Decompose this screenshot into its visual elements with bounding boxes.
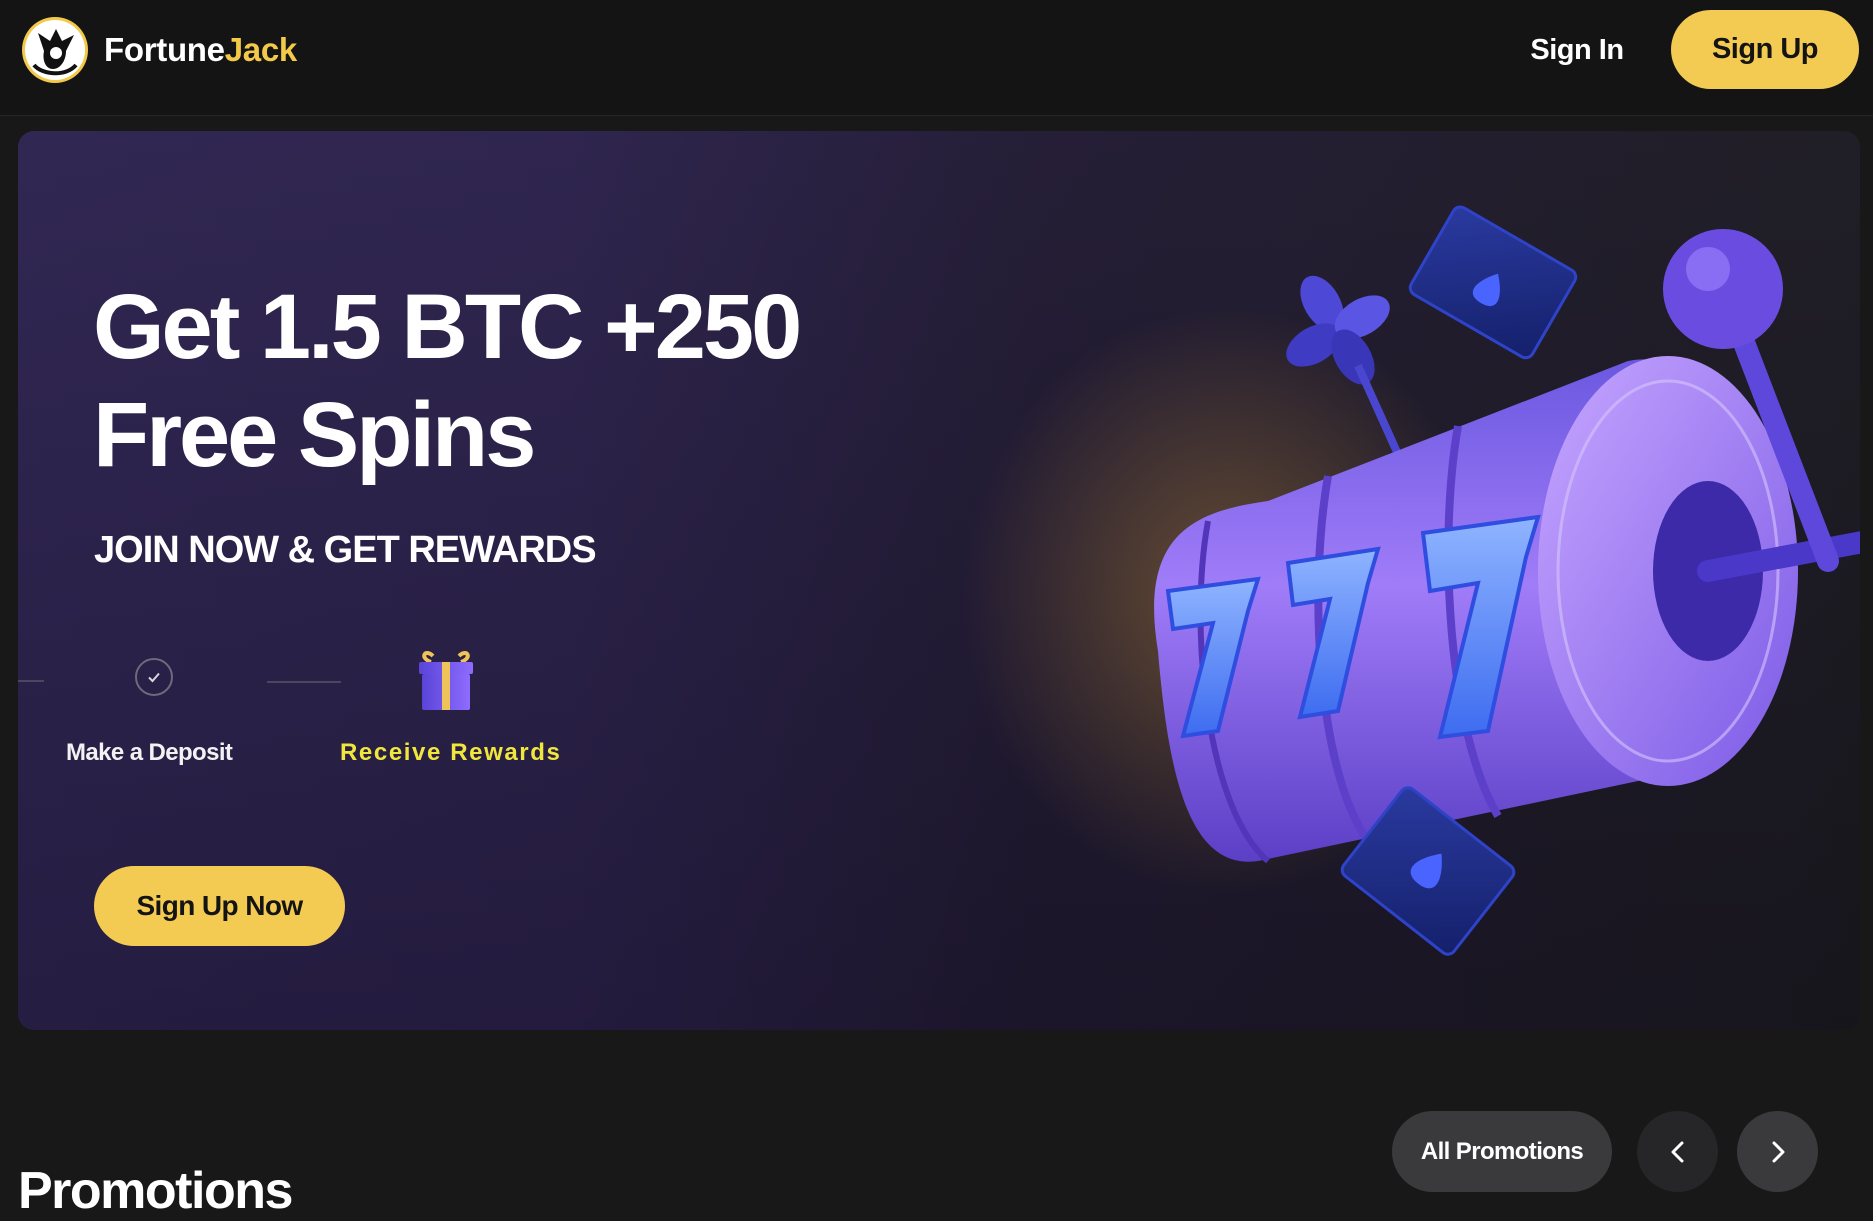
- chevron-right-icon: [1772, 1141, 1784, 1162]
- chevron-left-icon: [1671, 1141, 1683, 1162]
- hero-title-line-2: Free Spins: [93, 384, 536, 486]
- logo-wordmark: FortuneJack: [104, 31, 297, 69]
- hero-title: Get 1.5 BTC +250 Free Spins: [93, 273, 913, 489]
- jester-logo-icon: [22, 17, 88, 83]
- promotions-prev-button[interactable]: [1637, 1111, 1718, 1192]
- fortunejack-logo[interactable]: FortuneJack: [20, 14, 297, 86]
- logo-text-fortune: Fortune: [104, 31, 225, 68]
- sign-up-now-button[interactable]: Sign Up Now: [94, 866, 345, 946]
- hero-title-line-1: Get 1.5 BTC +250: [93, 276, 802, 378]
- step-label-deposit: Make a Deposit: [66, 739, 233, 766]
- promotions-next-button[interactable]: [1737, 1111, 1818, 1192]
- step-connector-line: [267, 681, 341, 683]
- promotions-heading: Promotions: [18, 1162, 293, 1221]
- hero-subtitle: JOIN NOW & GET REWARDS: [94, 529, 597, 571]
- check-circle-icon: [135, 658, 173, 696]
- step-connector-line: [18, 680, 44, 682]
- sign-in-button[interactable]: Sign In: [1512, 22, 1642, 78]
- logo-text-jack: Jack: [224, 31, 298, 68]
- sign-up-button[interactable]: Sign Up: [1671, 10, 1859, 89]
- top-header: FortuneJack Sign In Sign Up: [0, 0, 1873, 116]
- hero-banner[interactable]: Get 1.5 BTC +250 Free Spins JOIN NOW & G…: [18, 131, 1860, 1030]
- slot-machine-illustration: [1154, 205, 1860, 956]
- gift-icon: [419, 651, 473, 710]
- step-label-rewards: Receive Rewards: [340, 739, 562, 766]
- all-promotions-button[interactable]: All Promotions: [1392, 1111, 1612, 1192]
